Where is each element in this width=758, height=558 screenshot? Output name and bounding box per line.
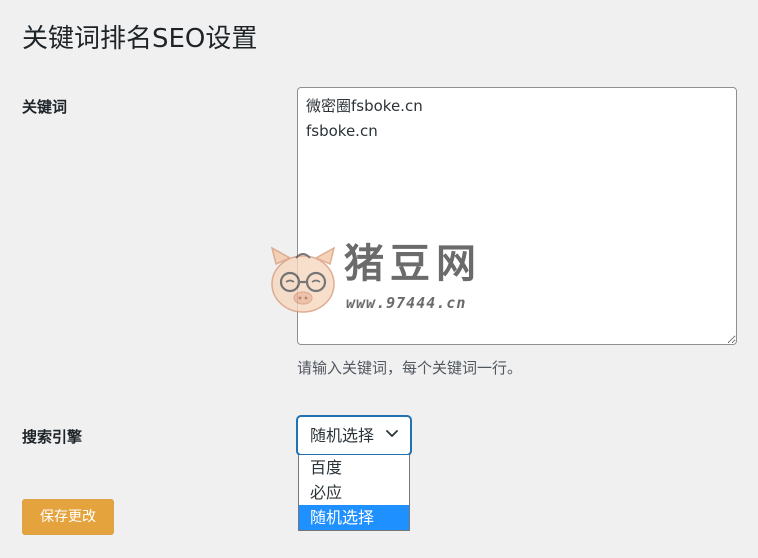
chevron-down-icon: [386, 430, 398, 437]
option-random[interactable]: 随机选择: [299, 505, 409, 530]
keywords-label: 关键词: [22, 98, 68, 116]
search-engine-label: 搜索引擎: [22, 428, 83, 446]
settings-page: 关键词排名SEO设置 关键词 微密圈fsboke.cn fsboke.cn 请输…: [0, 0, 758, 558]
keywords-helper-text: 请输入关键词，每个关键词一行。: [297, 359, 523, 377]
search-engine-selected-value: 随机选择: [310, 426, 375, 445]
keywords-textarea[interactable]: 微密圈fsboke.cn fsboke.cn: [297, 87, 737, 345]
option-bing[interactable]: 必应: [299, 480, 409, 505]
save-button[interactable]: 保存更改: [22, 499, 114, 535]
search-engine-select[interactable]: 随机选择: [297, 416, 411, 455]
search-engine-dropdown: 百度 必应 随机选择: [298, 455, 410, 531]
option-baidu[interactable]: 百度: [299, 455, 409, 480]
page-title: 关键词排名SEO设置: [22, 24, 258, 54]
